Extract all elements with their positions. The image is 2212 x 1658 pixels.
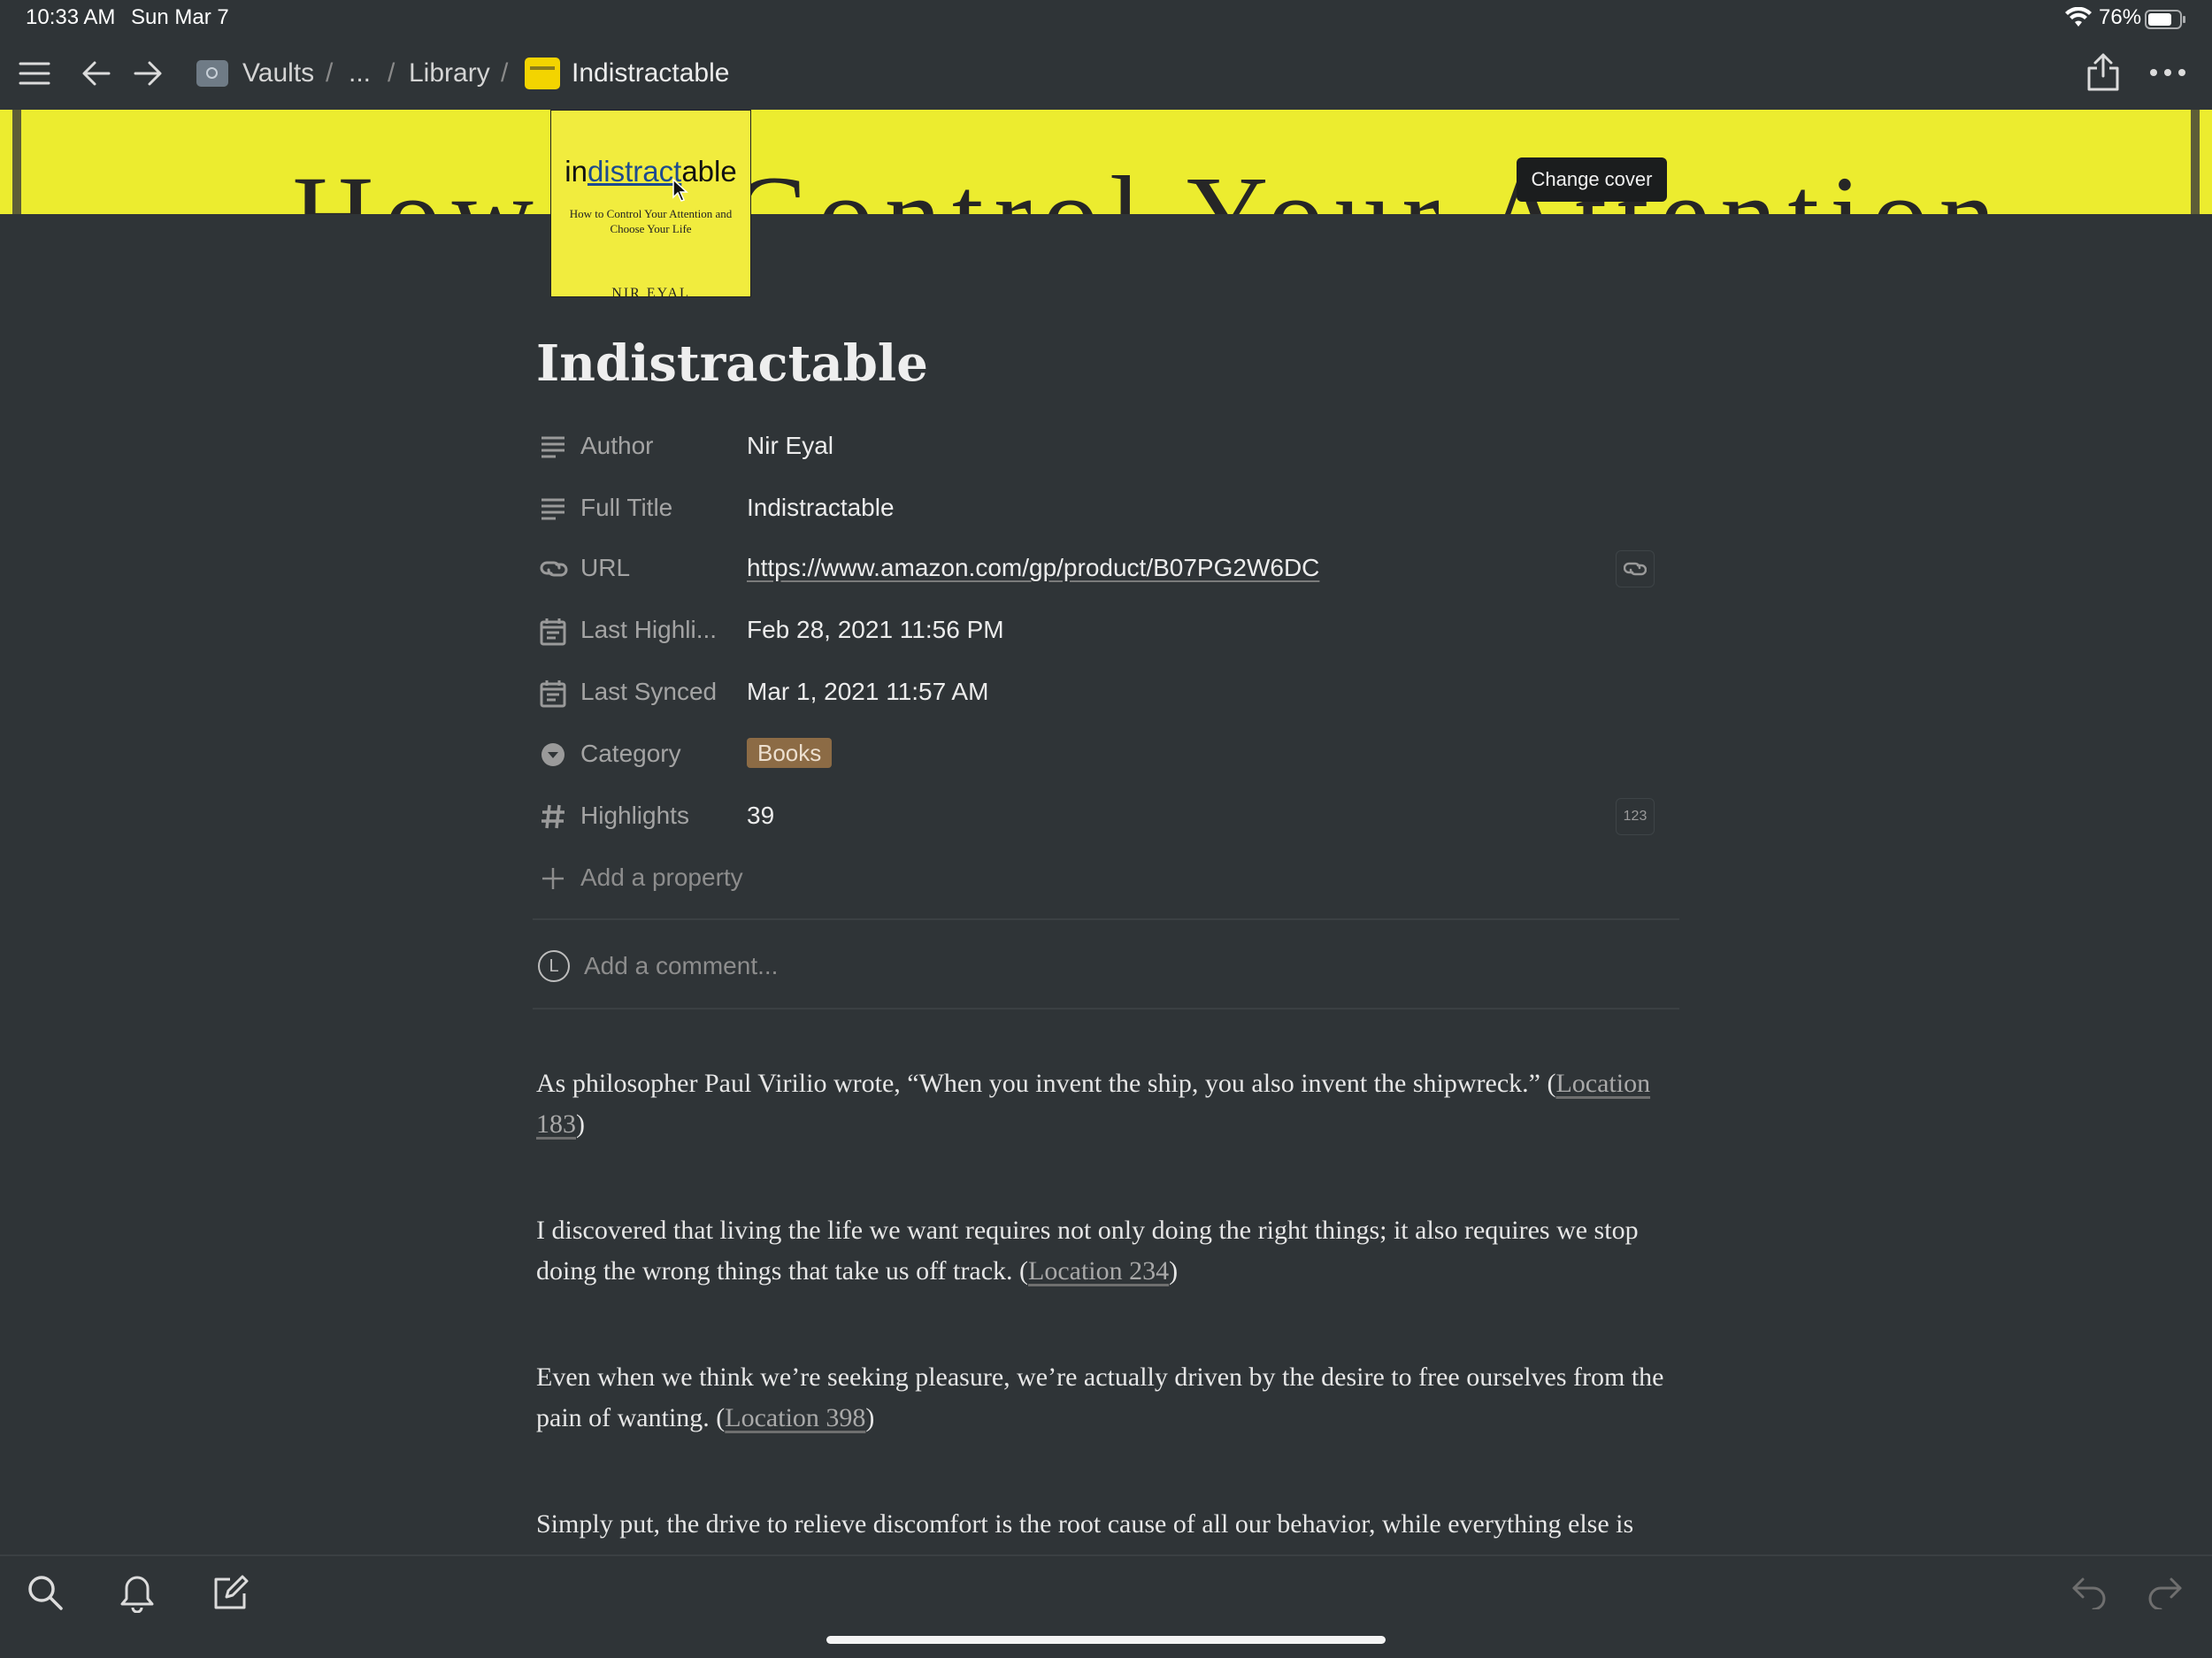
property-name: Highlights (580, 802, 689, 829)
pointer-cursor-icon (672, 178, 689, 203)
status-bar: 10:33 AM Sun Mar 7 76% (0, 0, 2212, 39)
page-title[interactable]: Indistractable (536, 334, 928, 393)
plus-icon (540, 865, 566, 892)
property-name: Category (580, 740, 681, 767)
new-page-icon[interactable] (212, 1574, 250, 1611)
property-value[interactable]: Nir Eyal (747, 432, 833, 460)
property-row-last-synced[interactable]: Last Synced Mar 1, 2021 11:57 AM (536, 665, 1678, 722)
hash-icon (540, 803, 566, 830)
back-arrow-icon[interactable] (80, 57, 113, 90)
property-name: Full Title (580, 494, 673, 521)
highlight-paragraph[interactable]: Simply put, the drive to relieve discomf… (536, 1504, 1686, 1545)
page-book-icon (525, 58, 560, 89)
property-name: Last Highli... (580, 616, 718, 643)
book-cover-subtitle: How to Control Your Attention and Choose… (569, 207, 733, 235)
highlight-paragraph[interactable]: Even when we think we’re seeking pleasur… (536, 1357, 1686, 1439)
highlight-text-end: ) (576, 1109, 585, 1139)
location-link[interactable]: Location 398 (725, 1403, 865, 1432)
book-title-part: in (565, 155, 588, 188)
home-indicator (826, 1636, 1386, 1644)
highlight-text-end: ) (1169, 1256, 1179, 1286)
comment-placeholder: Add a comment... (584, 952, 779, 979)
page-cover-image[interactable]: How to Control Your Attention (0, 110, 2212, 214)
text-lines-icon (540, 434, 566, 460)
user-avatar: L (538, 950, 570, 982)
text-lines-icon (540, 495, 566, 522)
property-name: Last Synced (580, 678, 718, 705)
battery-icon (2145, 9, 2187, 30)
copy-link-icon[interactable] (1616, 550, 1655, 587)
menu-icon[interactable] (18, 57, 51, 90)
cover-edge (12, 110, 21, 214)
select-icon (540, 741, 566, 768)
redo-icon[interactable] (2147, 1574, 2184, 1609)
highlight-paragraph[interactable]: As philosopher Paul Virilio wrote, “When… (536, 1063, 1686, 1145)
property-name: Author (580, 432, 654, 459)
property-value[interactable]: 39 (747, 802, 774, 830)
bell-icon[interactable] (119, 1574, 156, 1613)
forward-arrow-icon[interactable] (131, 57, 165, 90)
property-name: URL (580, 554, 631, 581)
status-time: 10:33 AM (26, 5, 116, 29)
add-property-button[interactable]: Add a property (536, 851, 1678, 908)
undo-icon[interactable] (2070, 1574, 2108, 1609)
top-navigation-bar: Vaults / ... / Library / Indistractable (0, 39, 2212, 110)
search-icon[interactable] (27, 1574, 64, 1611)
highlight-text: As philosopher Paul Virilio wrote, “When… (536, 1069, 1556, 1098)
location-link[interactable]: Location 234 (1028, 1256, 1169, 1286)
book-cover-author: NIR EYAL (611, 286, 690, 297)
property-row-url[interactable]: URL https://www.amazon.com/gp/product/B0… (536, 541, 1678, 598)
property-row-highlights[interactable]: Highlights 39 123 (536, 789, 1678, 846)
breadcrumb-separator: / (501, 58, 509, 88)
breadcrumb-current-page[interactable]: Indistractable (572, 58, 729, 88)
breadcrumb-separator: / (388, 58, 396, 88)
highlight-text-end: ) (865, 1403, 875, 1432)
vault-icon (196, 60, 228, 87)
highlight-text: Simply put, the drive to relieve discomf… (536, 1509, 1634, 1539)
property-row-last-highlighted[interactable]: Last Highli... Feb 28, 2021 11:56 PM (536, 603, 1678, 660)
wifi-icon (2065, 7, 2092, 28)
status-date: Sun Mar 7 (131, 5, 229, 29)
battery-percent: 76% (2099, 5, 2142, 29)
property-value[interactable]: Feb 28, 2021 11:56 PM (747, 616, 1004, 644)
breadcrumb-library[interactable]: Library (409, 58, 490, 88)
property-value[interactable]: Mar 1, 2021 11:57 AM (747, 678, 988, 706)
more-options-icon[interactable] (2148, 67, 2187, 78)
category-tag[interactable]: Books (747, 738, 833, 768)
book-cover-title: indistractable (551, 155, 750, 188)
change-cover-button[interactable]: Change cover (1517, 157, 1667, 202)
cover-edge (2191, 110, 2200, 214)
number-format-button[interactable]: 123 (1616, 798, 1655, 835)
property-row-full-title[interactable]: Full Title Indistractable (536, 481, 1678, 538)
divider (533, 918, 1679, 920)
book-title-part: distract (587, 155, 682, 188)
url-link[interactable]: https://www.amazon.com/gp/product/B07PG2… (747, 554, 1319, 582)
book-title-part: able (681, 155, 737, 188)
property-row-author[interactable]: Author Nir Eyal (536, 419, 1678, 476)
breadcrumb-vaults[interactable]: Vaults (242, 58, 314, 88)
divider (533, 1008, 1679, 1009)
comment-input[interactable]: L Add a comment... (536, 943, 1678, 987)
property-row-category[interactable]: Category Books (536, 727, 1678, 784)
highlight-paragraph[interactable]: I discovered that living the life we wan… (536, 1210, 1686, 1292)
calendar-icon (540, 679, 566, 708)
page-icon-book-cover[interactable]: indistractable How to Control Your Atten… (550, 110, 751, 297)
add-property-label: Add a property (580, 864, 743, 891)
calendar-icon (540, 618, 566, 646)
property-value[interactable]: Indistractable (747, 494, 895, 522)
highlight-text: Even when we think we’re seeking pleasur… (536, 1362, 1664, 1432)
share-icon[interactable] (2085, 51, 2122, 92)
breadcrumb-ellipsis[interactable]: ... (349, 58, 371, 88)
cover-text: How to Control Your Attention (292, 159, 2007, 214)
breadcrumb-separator: / (326, 58, 334, 88)
link-icon (540, 556, 568, 582)
